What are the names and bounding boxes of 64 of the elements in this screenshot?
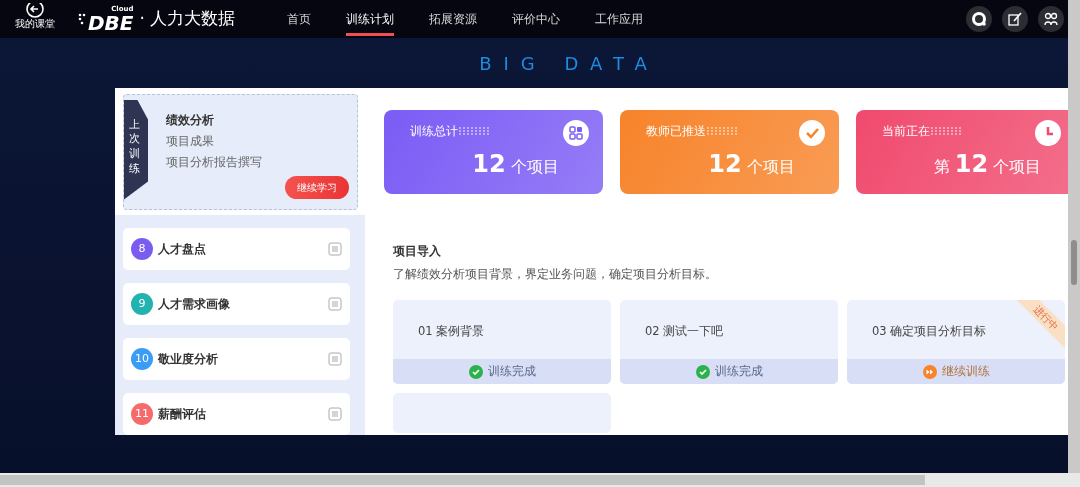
document-icon: [328, 242, 342, 256]
lesson-text: 项目分析报告撰写: [166, 153, 262, 171]
task-card[interactable]: 01 案例背景 训练完成: [393, 300, 611, 385]
lesson-text: 项目成果: [166, 132, 215, 150]
dot-pattern-icon: [930, 125, 962, 136]
toolbar-button[interactable]: [1002, 6, 1028, 32]
stat-label: 当前正在: [882, 122, 930, 140]
check-circle-icon: [468, 364, 483, 379]
dot-pattern-icon: [706, 125, 738, 136]
lesson-item[interactable]: 11 薪酬评估: [123, 393, 350, 435]
task-status[interactable]: 训练完成: [393, 359, 611, 385]
task-card[interactable]: 03 确定项目分析目标 继续训练 进行中: [847, 300, 1065, 385]
number-badge: 11: [131, 403, 153, 425]
section-description: 了解绩效分析项目背景，界定业务问题，确定项目分析目标。: [393, 266, 718, 283]
document-icon: [328, 297, 342, 311]
toolbar-button[interactable]: [966, 6, 992, 32]
vertical-scrollbar[interactable]: [1068, 0, 1080, 473]
stat-value: 第 12 个项目: [932, 148, 1043, 180]
task-status[interactable]: 训练完成: [620, 359, 838, 385]
number-badge: 9: [131, 293, 153, 315]
nav-tab[interactable]: 训练计划: [346, 2, 395, 36]
task-title: 02 测试一下吧: [645, 324, 724, 339]
ring-icon: [971, 11, 987, 27]
horizontal-scrollbar[interactable]: [0, 473, 1080, 487]
lesson-item[interactable]: 8 人才盘点: [123, 228, 350, 270]
task-card[interactable]: [393, 393, 611, 434]
back-button[interactable]: 我的课堂: [0, 3, 70, 29]
nav-tab[interactable]: 评价中心: [512, 2, 561, 36]
logo: DBE: [88, 13, 134, 33]
document-icon: [328, 352, 342, 366]
clock-icon: [1035, 119, 1061, 146]
logo-dots-icon: [78, 13, 86, 25]
back-icon: [25, 3, 45, 19]
number-badge: 10: [131, 348, 153, 370]
task-title: 01 案例背景: [418, 324, 485, 339]
nav-tab[interactable]: 首页: [287, 2, 312, 36]
dot-pattern-icon: [458, 125, 490, 136]
check-circle-icon: [695, 364, 710, 379]
scroll-thumb[interactable]: [1071, 240, 1077, 285]
toolbar-button[interactable]: [1038, 6, 1064, 32]
nav-tab[interactable]: 拓展资源: [429, 2, 478, 36]
people-icon: [1043, 11, 1059, 27]
task-title: 03 确定项目分析目标: [872, 324, 987, 339]
continue-button[interactable]: 继续学习: [285, 175, 349, 199]
number-badge: 8: [131, 238, 153, 260]
stat-label: 训练总计: [410, 122, 458, 140]
section-title: 项目导入: [393, 243, 442, 260]
scroll-thumb[interactable]: [0, 475, 925, 485]
nav-tab[interactable]: 工作应用: [595, 2, 644, 36]
document-icon: [328, 407, 342, 421]
stat-value: 12 个项目: [471, 148, 560, 180]
stat-value: 12 个项目: [707, 148, 796, 180]
task-card[interactable]: 02 测试一下吧 训练完成: [620, 300, 838, 385]
brand-name: · 人力大数据: [139, 7, 236, 31]
course-title: 绩效分析: [166, 111, 215, 129]
check-icon: [799, 119, 825, 146]
fast-forward-icon: [922, 364, 937, 379]
last-training-tag: 上次训练: [124, 99, 148, 200]
pencil-note-icon: [1007, 11, 1023, 27]
banner-title: BIG DATA: [478, 51, 660, 76]
lesson-item[interactable]: 9 人才需求画像: [123, 283, 350, 325]
grid-icon: [563, 119, 589, 146]
stat-label: 教师已推送: [646, 122, 706, 140]
lesson-item[interactable]: 10 敬业度分析: [123, 338, 350, 380]
